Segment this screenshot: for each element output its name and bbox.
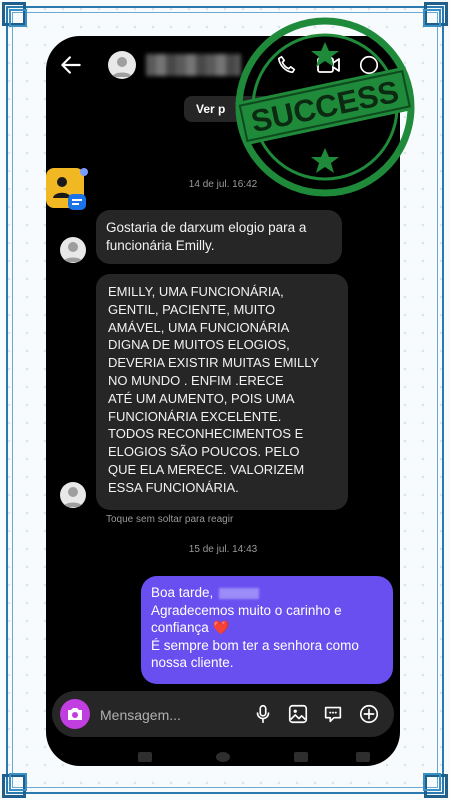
message-input[interactable] <box>98 691 242 739</box>
system-navigation-bar <box>46 744 400 766</box>
nav-recents-button[interactable] <box>138 752 152 762</box>
sender-avatar <box>60 237 86 263</box>
frame-corner-ornament <box>2 2 28 28</box>
nav-back-button[interactable] <box>294 752 308 762</box>
contact-name-redacted[interactable] <box>146 54 241 76</box>
frame-corner-ornament <box>422 2 448 28</box>
nav-accessibility-button[interactable] <box>356 752 370 762</box>
outgoing-message[interactable]: Boa tarde, Agradecemos muito o carinho e… <box>141 576 393 684</box>
message-composer <box>52 691 394 739</box>
camera-icon <box>68 708 82 720</box>
reply-line: confiança <box>151 620 209 635</box>
person-icon <box>63 487 83 507</box>
frame-corner-ornament <box>422 772 448 798</box>
incoming-message[interactable]: Gostaria de darxum elogio para a funcion… <box>96 210 342 264</box>
success-stamp: SUCCESS <box>235 17 415 197</box>
reaction-hint: Toque sem soltar para reagir <box>106 514 234 525</box>
redacted-name <box>219 587 260 599</box>
heart-emoji: ❤️ <box>212 620 230 635</box>
contact-avatar[interactable] <box>108 51 136 79</box>
reply-line: É sempre bom ter a senhora como <box>151 637 359 653</box>
add-icon[interactable] <box>358 703 380 725</box>
reply-line: Boa tarde, <box>151 585 214 600</box>
camera-button[interactable] <box>60 699 90 729</box>
sender-avatar <box>60 482 86 508</box>
mic-icon[interactable] <box>252 703 274 725</box>
back-arrow-icon[interactable] <box>58 52 84 78</box>
person-icon <box>112 57 132 77</box>
incoming-message[interactable]: EMILLY, UMA FUNCIONÁRIA, GENTIL, PACIENT… <box>96 274 348 510</box>
reply-line: nossa cliente. <box>151 655 234 670</box>
nav-home-button[interactable] <box>216 752 230 762</box>
person-icon <box>63 242 83 262</box>
reply-line: Agradecemos muito o carinho e <box>151 602 342 618</box>
frame-corner-ornament <box>2 772 28 798</box>
business-avatar-icon <box>46 168 88 210</box>
sticker-icon[interactable] <box>322 703 344 725</box>
message-date: 15 de jul. 14:43 <box>188 544 258 555</box>
image-icon[interactable] <box>287 703 309 725</box>
